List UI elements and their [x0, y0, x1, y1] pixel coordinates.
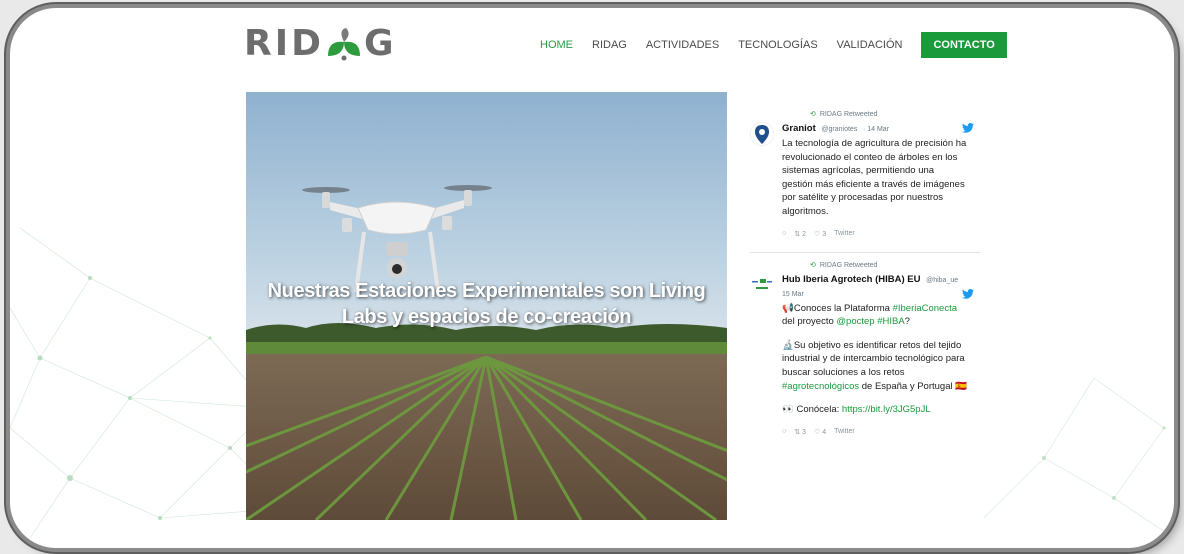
tweet-card[interactable]: ⟲ RIDAG Retweeted Hub Iberia Agrotech (HI…: [750, 259, 980, 438]
tweet-text-line: del proyecto @poctep #HIBA?: [782, 315, 980, 329]
hero-title[interactable]: Nuestras Estaciones Experimentales son L…: [246, 278, 727, 330]
tweet-text-line: 👀 Conócela: https://bit.ly/3JG5pJL: [782, 403, 980, 417]
retweet-count: 2: [802, 230, 806, 238]
retweet-action[interactable]: ⇅ 2: [794, 230, 806, 238]
tweet-date[interactable]: · 14 Mar: [863, 126, 889, 133]
logo-text-left: RID: [244, 23, 324, 64]
tweet-text-line: buscar soluciones a los retos: [782, 366, 905, 378]
tweet-actions: ○ ⇅ 3 ♡ 4 Twitter: [782, 426, 980, 438]
tweet-text: 📢Conoces la Plataforma #IberiaConecta de…: [782, 302, 980, 417]
text-span: del proyecto: [782, 316, 837, 328]
network-pattern-right: [983, 377, 1174, 539]
tweet-date-row: 15 Mar: [782, 287, 980, 302]
tweet-text-line: por satélite y procesadas por nuestros: [782, 192, 944, 204]
reply-icon[interactable]: ○: [782, 230, 786, 237]
tweet-header: Hub Iberia Agrotech (HIBA) EU @hiba_ue: [782, 273, 980, 288]
tweet-divider: [750, 251, 980, 253]
retweet-indicator: ⟲ RIDAG Retweeted: [810, 259, 980, 273]
avatar[interactable]: [750, 272, 774, 297]
like-action[interactable]: ♡ 4: [814, 428, 826, 436]
tweet-text: La tecnología de agricultura de precisió…: [782, 137, 980, 219]
author-name[interactable]: Graniot: [782, 123, 816, 134]
browser-frame: RID G HOME RIDAG ACTIVIDADES TECNOLOGÍAS…: [10, 8, 1174, 548]
like-action[interactable]: ♡ 3: [814, 230, 826, 238]
nav-contacto-button[interactable]: CONTACTO: [921, 32, 1007, 58]
tweet-text-line: industrial y de intercambio tecnológico …: [782, 353, 965, 365]
tweet-actions: ○ ⇅ 2 ♡ 3 Twitter: [782, 228, 980, 240]
avatar[interactable]: [750, 122, 774, 146]
twitter-bird-icon[interactable]: [962, 123, 974, 133]
tweet-card[interactable]: ⟲ RIDAG Retweeted Graniot @graniotes · 14…: [750, 108, 980, 240]
retweet-action[interactable]: ⇅ 3: [794, 428, 806, 436]
nav-actividades[interactable]: ACTIVIDADES: [646, 32, 719, 58]
twitter-timeline[interactable]: ⟲ RIDAG Retweeted Graniot @graniotes · 14…: [750, 108, 980, 438]
nav-home[interactable]: HOME: [540, 32, 573, 58]
hero-slider[interactable]: Nuestras Estaciones Experimentales son L…: [246, 92, 727, 520]
retweet-icon: ⟲: [810, 111, 816, 118]
retweet-label: RIDAG Retweeted: [819, 111, 878, 118]
retweet-count: 3: [802, 428, 806, 436]
tweet-text-line: gestión más eficiente a través de imágen…: [782, 178, 965, 190]
text-span: ?: [904, 316, 910, 328]
retweet-indicator: ⟲ RIDAG Retweeted: [810, 108, 980, 122]
tweet-text-line: sistemas agrícolas, permitiendo una: [782, 165, 935, 177]
author-name[interactable]: Hub Iberia Agrotech (HIBA) EU: [782, 274, 920, 285]
text-span: 👀 Conócela:: [782, 404, 842, 416]
author-handle[interactable]: @graniotes: [821, 126, 857, 133]
logo-text-right: G: [364, 23, 397, 64]
retweet-icon: ⟲: [810, 261, 816, 269]
tweet-text-line: revolucionado el conteo de árboles en lo…: [782, 151, 958, 163]
nav-validacion[interactable]: VALIDACIÓN: [837, 32, 903, 58]
ridag-logo[interactable]: RID G: [244, 24, 397, 64]
hero-title-line1: Nuestras Estaciones Experimentales son L…: [267, 280, 706, 302]
tweet-text-line: 🔬Su objetivo es identificar retos del te…: [782, 339, 962, 351]
hashtag-link[interactable]: #agrotecnológicos: [782, 381, 859, 392]
leaf-logo-icon: [328, 28, 360, 61]
url-link[interactable]: https://bit.ly/3JG5pJL: [842, 404, 931, 415]
reply-icon[interactable]: ○: [782, 428, 786, 435]
text-span: de España y Portugal 🇪🇸: [859, 380, 968, 392]
tweet-text-line: La tecnología de agricultura de precisió…: [782, 138, 967, 149]
tweet-source[interactable]: Twitter: [834, 230, 855, 237]
like-count: 4: [822, 428, 827, 436]
nav-tecnologias[interactable]: TECNOLOGÍAS: [738, 32, 817, 58]
tweet-header: Graniot @graniotes · 14 Mar: [782, 122, 980, 137]
tweet-text-line: #agrotecnológicos de España y Portugal 🇪…: [782, 380, 980, 394]
hero-title-line2: Labs y espacios de co-creación: [341, 306, 632, 328]
tweet-text-line: 📢Conoces la Plataforma #IberiaConecta: [782, 302, 980, 316]
hashtag-link[interactable]: #IberiaConecta: [893, 303, 957, 314]
text-span: 📢Conoces la Plataforma: [782, 302, 893, 314]
tweet-date[interactable]: 15 Mar: [782, 291, 804, 298]
retweet-label: RIDAG Retweeted: [819, 261, 878, 269]
twitter-bird-icon[interactable]: [962, 288, 974, 299]
tweet-source[interactable]: Twitter: [834, 428, 855, 435]
main-nav: HOME RIDAG ACTIVIDADES TECNOLOGÍAS VALID…: [540, 32, 1007, 58]
tweet-text-line: algoritmos.: [782, 205, 829, 217]
nav-ridag[interactable]: RIDAG: [592, 32, 627, 58]
mention-link[interactable]: @poctep #HIBA: [836, 316, 904, 327]
author-handle[interactable]: @hiba_ue: [926, 277, 958, 284]
like-count: 3: [822, 230, 827, 238]
